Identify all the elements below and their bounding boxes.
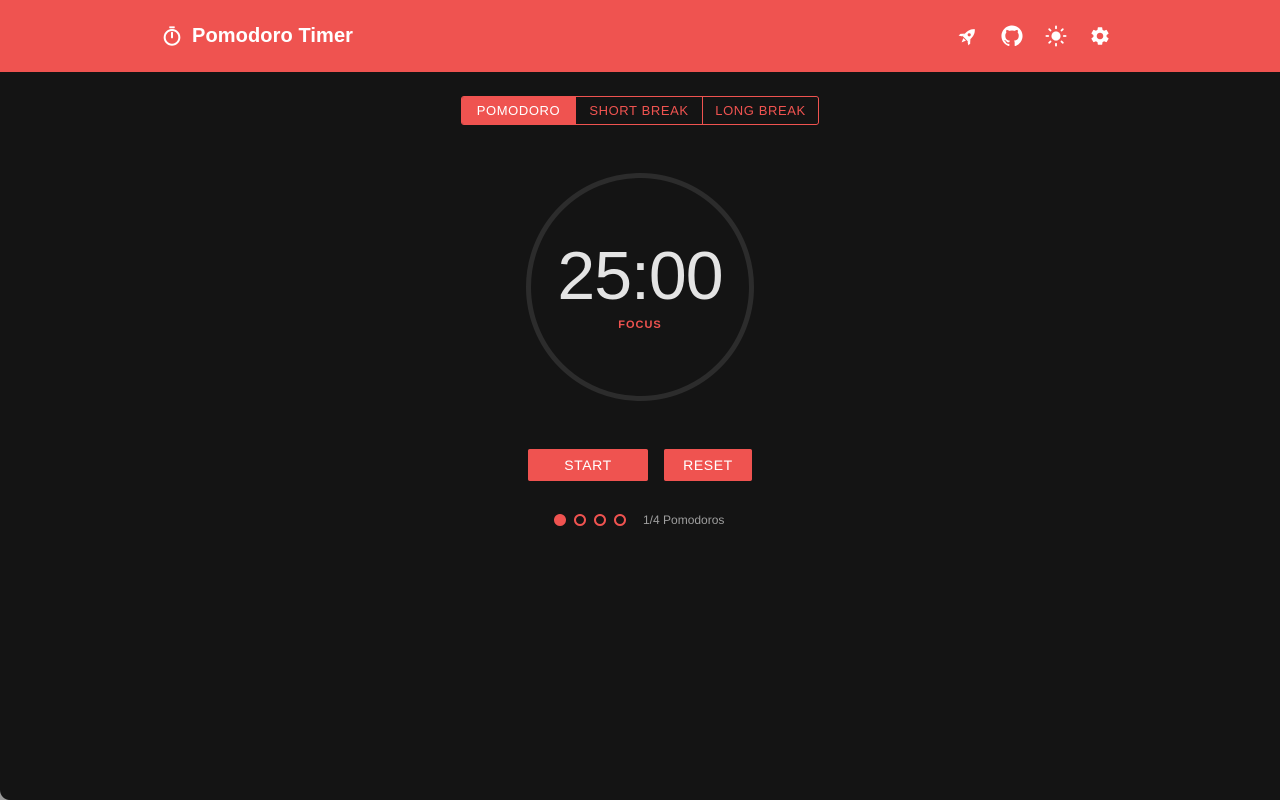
session-dot (594, 514, 606, 526)
settings-button[interactable] (1086, 22, 1114, 50)
app-header: Pomodoro Timer (0, 0, 1280, 72)
session-dot (614, 514, 626, 526)
app-title: Pomodoro Timer (192, 25, 354, 47)
tab-pomodoro[interactable]: POMODORO (462, 97, 575, 124)
sun-icon (1045, 25, 1067, 47)
rocket-button[interactable] (954, 22, 982, 50)
github-icon (1001, 25, 1023, 47)
brand: Pomodoro Timer (161, 24, 353, 48)
mode-tabs: POMODORO SHORT BREAK LONG BREAK (461, 96, 819, 125)
gear-icon (1089, 25, 1111, 47)
theme-toggle-button[interactable] (1042, 22, 1070, 50)
timer-controls: START RESET (528, 449, 752, 481)
rocket-icon (957, 25, 979, 47)
session-count: 1/4 Pomodoros (643, 513, 725, 527)
stopwatch-icon (161, 25, 183, 47)
timer-mode-label: FOCUS (618, 319, 662, 331)
tab-short-break[interactable]: SHORT BREAK (575, 97, 702, 124)
github-button[interactable] (998, 22, 1026, 50)
session-dot (574, 514, 586, 526)
session-progress: 1/4 Pomodoros (554, 513, 724, 527)
start-button[interactable]: START (528, 449, 648, 481)
tab-long-break[interactable]: LONG BREAK (702, 97, 818, 124)
reset-button[interactable]: RESET (664, 449, 752, 481)
session-dot (554, 514, 566, 526)
header-actions (954, 22, 1114, 50)
app-window: Pomodoro Timer POMODORO SHORT BREAK LONG… (0, 0, 1280, 800)
timer-display: 25:00 (557, 238, 723, 314)
